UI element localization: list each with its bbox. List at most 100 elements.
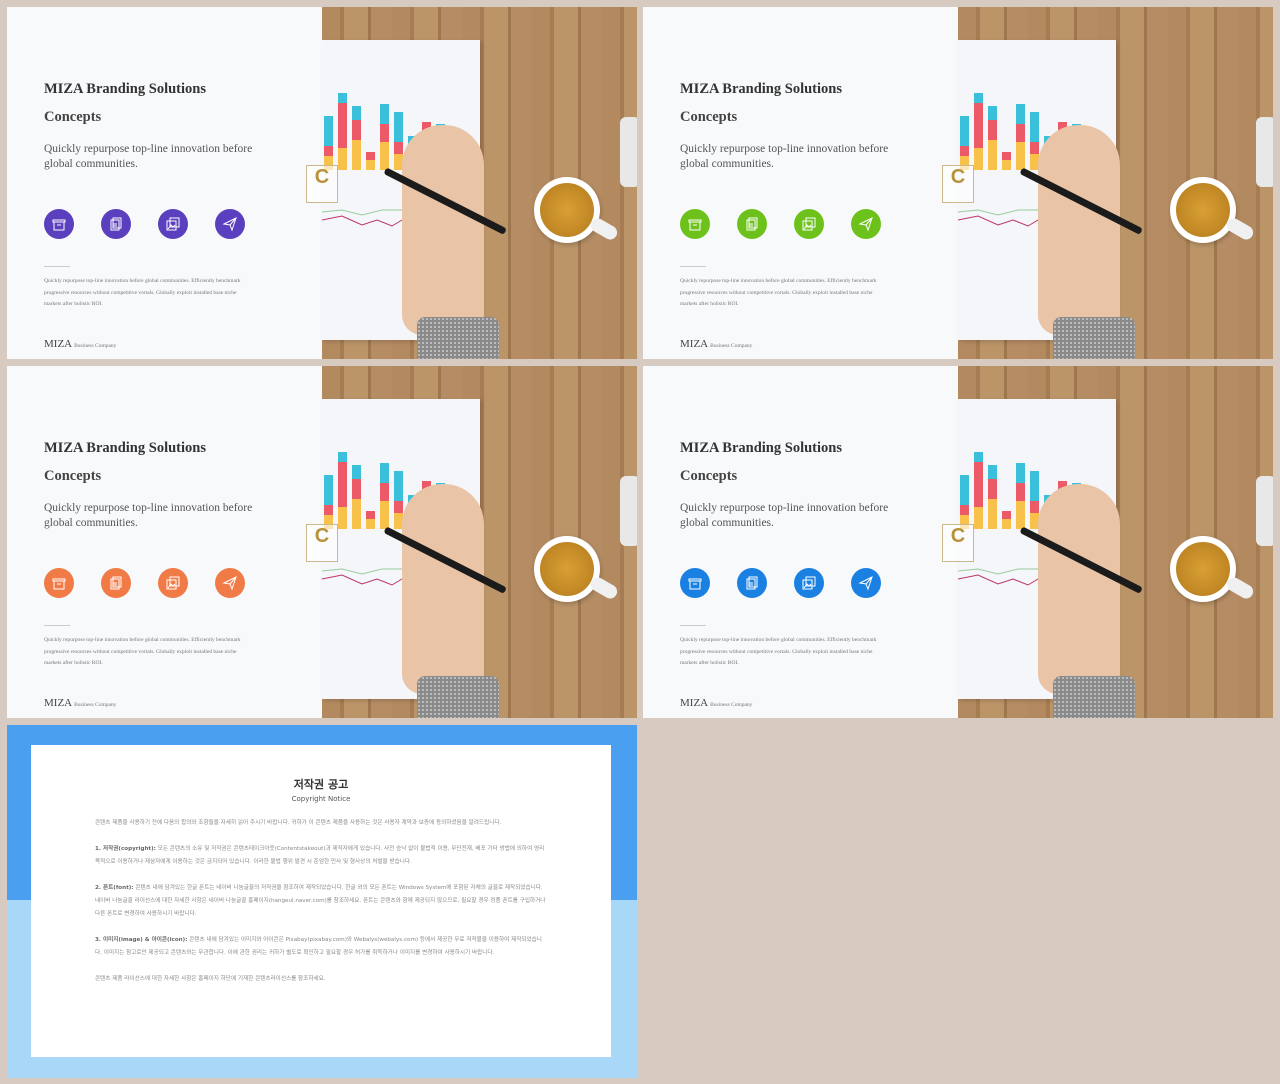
paper-plane-button[interactable]	[851, 209, 881, 239]
documents-button[interactable]	[737, 568, 767, 598]
slide-title: MIZA Branding Solutions	[680, 440, 842, 456]
image-gallery-button[interactable]	[794, 209, 824, 239]
icon-row	[680, 568, 881, 598]
documents-icon	[746, 576, 758, 590]
archive-box-icon	[52, 219, 66, 231]
notice-title: 저작권 공고	[293, 778, 349, 791]
photo-chart-bar	[352, 465, 361, 529]
cup-handle	[1224, 574, 1256, 602]
cup-handle	[1224, 215, 1256, 243]
slide-3[interactable]: MIZA Branding Solutions Concepts Quickly…	[7, 366, 637, 718]
slide-title: MIZA Branding Solutions	[44, 81, 206, 97]
watermark-logo: C	[942, 165, 974, 203]
paper-plane-button[interactable]	[851, 568, 881, 598]
archive-box-icon	[688, 578, 702, 590]
archive-box-button[interactable]	[680, 209, 710, 239]
image-gallery-icon	[802, 217, 816, 231]
archive-box-button[interactable]	[680, 568, 710, 598]
documents-icon	[110, 217, 122, 231]
divider	[680, 625, 706, 626]
desk-photo: C	[306, 366, 637, 718]
watermark-logo: C	[942, 524, 974, 562]
slide-1[interactable]: MIZA Branding Solutions Concepts Quickly…	[7, 7, 637, 359]
coffee-cup	[1170, 177, 1236, 243]
image-gallery-button[interactable]	[158, 568, 188, 598]
photo-chart-bar	[988, 106, 997, 170]
image-gallery-icon	[802, 576, 816, 590]
icon-row	[44, 209, 245, 239]
photo-chart-bar	[988, 465, 997, 529]
watermark-logo: C	[306, 165, 338, 203]
archive-box-button[interactable]	[44, 568, 74, 598]
laptop-edge	[620, 476, 637, 546]
photo-chart-bar	[1002, 511, 1011, 529]
laptop-edge	[1256, 476, 1273, 546]
divider	[680, 266, 706, 267]
notice-section-3: 3. 이미지(image) & 아이콘(icon): 콘텐츠 내에 담겨있는 이…	[95, 934, 547, 960]
brand-name: MIZA	[680, 338, 709, 350]
notice-section-1: 1. 저작권(copyright): 모든 콘텐츠의 소유 및 저작권은 콘텐츠…	[95, 843, 547, 869]
photo-chart-bar	[1016, 463, 1025, 529]
brand-logo: MIZA Business Company	[680, 338, 752, 350]
hand	[402, 125, 484, 335]
archive-box-button[interactable]	[44, 209, 74, 239]
brand-tagline: Business Company	[74, 702, 117, 708]
section-heading: 2. 폰트(font):	[95, 885, 134, 891]
image-gallery-icon	[166, 217, 180, 231]
section-text: 모든 콘텐츠의 소유 및 저작권은 콘텐츠테이크아웃(Contentstakeo…	[95, 846, 545, 865]
cup-handle	[588, 574, 620, 602]
photo-chart-bar	[960, 116, 969, 170]
paper-plane-button[interactable]	[215, 209, 245, 239]
body-text: Quickly repurpose top-line innovation be…	[44, 637, 241, 666]
photo-chart-bar	[338, 452, 347, 529]
slide-description: Quickly repurpose top-line innovation be…	[44, 143, 253, 170]
paper-plane-icon	[858, 217, 873, 232]
paper-plane-icon	[222, 576, 237, 591]
photo-chart-bar	[1002, 152, 1011, 170]
brand-tagline: Business Company	[74, 343, 117, 349]
hand	[402, 484, 484, 694]
brand-tagline: Business Company	[710, 343, 753, 349]
documents-icon	[746, 217, 758, 231]
photo-chart-bar	[974, 452, 983, 529]
coffee-cup	[1170, 536, 1236, 602]
paper-plane-icon	[222, 217, 237, 232]
body-text: Quickly repurpose top-line innovation be…	[44, 278, 241, 307]
photo-chart-bar	[960, 475, 969, 529]
photo-chart-bar	[352, 106, 361, 170]
slide-subtitle: Concepts	[680, 109, 738, 125]
brand-name: MIZA	[680, 697, 709, 709]
slide-description: Quickly repurpose top-line innovation be…	[44, 502, 253, 529]
slide-4[interactable]: MIZA Branding Solutions Concepts Quickly…	[643, 366, 1273, 718]
image-gallery-icon	[166, 576, 180, 590]
icon-row	[44, 568, 245, 598]
documents-button[interactable]	[101, 209, 131, 239]
cup-handle	[588, 215, 620, 243]
desk-photo: C	[942, 7, 1273, 359]
photo-chart-bar	[324, 475, 333, 529]
image-gallery-button[interactable]	[158, 209, 188, 239]
brand-name: MIZA	[44, 697, 73, 709]
notice-intro: 콘텐츠 제품을 사용하기 전에 다음의 합의와 조항들을 자세히 읽어 주시기 …	[95, 820, 502, 826]
documents-icon	[110, 576, 122, 590]
slide-subtitle: Concepts	[680, 468, 738, 484]
slide-subtitle: Concepts	[44, 109, 102, 125]
photo-chart-bar	[366, 511, 375, 529]
image-gallery-button[interactable]	[794, 568, 824, 598]
documents-button[interactable]	[737, 209, 767, 239]
documents-button[interactable]	[101, 568, 131, 598]
notice-outro: 콘텐츠 제품 라이선스에 대한 자세한 사항은 홈페이지 하단에 기재한 콘텐츠…	[95, 976, 326, 982]
desk-photo: C	[306, 7, 637, 359]
photo-chart-bar	[380, 463, 389, 529]
hand	[1038, 125, 1120, 335]
paper-plane-button[interactable]	[215, 568, 245, 598]
slide-title: MIZA Branding Solutions	[44, 440, 206, 456]
slide-2[interactable]: MIZA Branding Solutions Concepts Quickly…	[643, 7, 1273, 359]
divider	[44, 625, 70, 626]
section-text: 콘텐츠 내에 담겨있는 한글 폰트는 네이버 나눔글꼴의 저작권을 참조하여 제…	[95, 885, 546, 917]
archive-box-icon	[688, 219, 702, 231]
notice-subtitle: Copyright Notice	[291, 795, 351, 803]
copyright-notice-slide: 저작권 공고 Copyright Notice 콘텐츠 제품을 사용하기 전에 …	[7, 725, 637, 1078]
slide-title: MIZA Branding Solutions	[680, 81, 842, 97]
watermark-logo: C	[306, 524, 338, 562]
